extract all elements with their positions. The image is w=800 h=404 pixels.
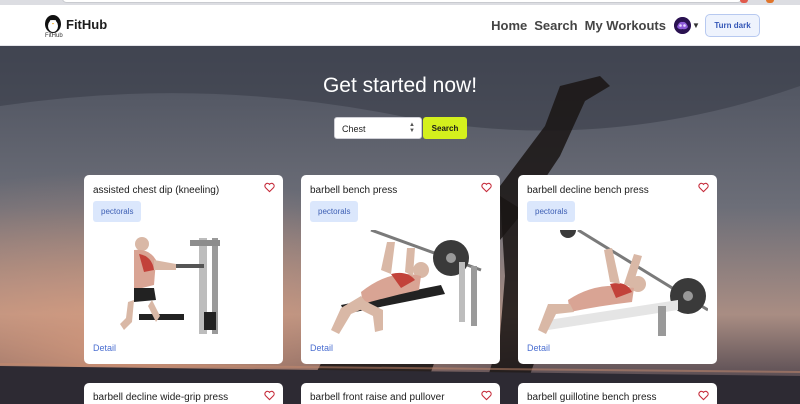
muscle-tag: pectorals [527, 201, 576, 222]
muscle-tag: pectorals [93, 201, 142, 222]
nav-links: Home Search My Workouts [491, 18, 666, 33]
exercise-title: barbell bench press [310, 185, 398, 196]
updown-chevron-icon: ▲ ▼ [409, 122, 415, 134]
navbar: FitHub FitHub Home Search My Workouts ▼ … [0, 5, 800, 46]
exercise-card[interactable]: assisted chest dip (kneeling) pectorals … [84, 175, 283, 364]
heart-icon[interactable] [264, 390, 275, 401]
exercise-illustration [120, 237, 220, 334]
detail-link[interactable]: Detail [93, 343, 116, 353]
avatar-image [674, 17, 691, 34]
exercise-card[interactable]: barbell bench press pectorals Detail [301, 175, 500, 364]
muscle-select[interactable]: Chest ▲ ▼ [334, 117, 422, 139]
brand-name[interactable]: FitHub [66, 17, 107, 32]
hero-title: Get started now! [322, 74, 478, 97]
status-dot [766, 0, 774, 3]
exercise-title: barbell guillotine bench press [527, 392, 657, 403]
exercise-card[interactable]: barbell decline bench press pectorals De… [518, 175, 717, 364]
exercise-illustration [538, 230, 708, 336]
heart-icon[interactable] [698, 182, 709, 193]
detail-link[interactable]: Detail [310, 343, 333, 353]
exercise-title: barbell front raise and pullover [310, 392, 445, 403]
chevron-down-icon[interactable]: ▼ [692, 21, 700, 30]
search-button[interactable]: Search [423, 117, 467, 139]
brand-subtitle: FitHub [45, 33, 63, 39]
heart-icon[interactable] [264, 182, 275, 193]
penguin-logo-icon[interactable] [44, 14, 62, 34]
exercise-card[interactable]: barbell front raise and pullover [301, 383, 500, 404]
hero-section: Get started now! Chest ▲ ▼ Search assiste… [0, 46, 800, 404]
address-bar[interactable] [62, 0, 742, 3]
theme-toggle-button[interactable]: Turn dark [705, 14, 760, 37]
exercise-card[interactable]: barbell decline wide-grip press [84, 383, 283, 404]
exercise-title: barbell decline bench press [527, 185, 649, 196]
exercise-title: barbell decline wide-grip press [93, 392, 229, 403]
muscle-tag: pectorals [310, 201, 359, 222]
avatar[interactable] [674, 17, 691, 34]
heart-icon[interactable] [698, 390, 709, 401]
exercise-illustration [331, 230, 482, 334]
status-dot [740, 0, 748, 3]
detail-link[interactable]: Detail [527, 343, 550, 353]
nav-search-link[interactable]: Search [534, 18, 577, 33]
exercise-title: assisted chest dip (kneeling) [93, 185, 220, 196]
heart-icon[interactable] [481, 182, 492, 193]
exercise-card[interactable]: barbell guillotine bench press [518, 383, 717, 404]
nav-my-workouts-link[interactable]: My Workouts [585, 18, 666, 33]
heart-icon[interactable] [481, 390, 492, 401]
nav-home-link[interactable]: Home [491, 18, 527, 33]
muscle-select-value: Chest [342, 124, 366, 134]
